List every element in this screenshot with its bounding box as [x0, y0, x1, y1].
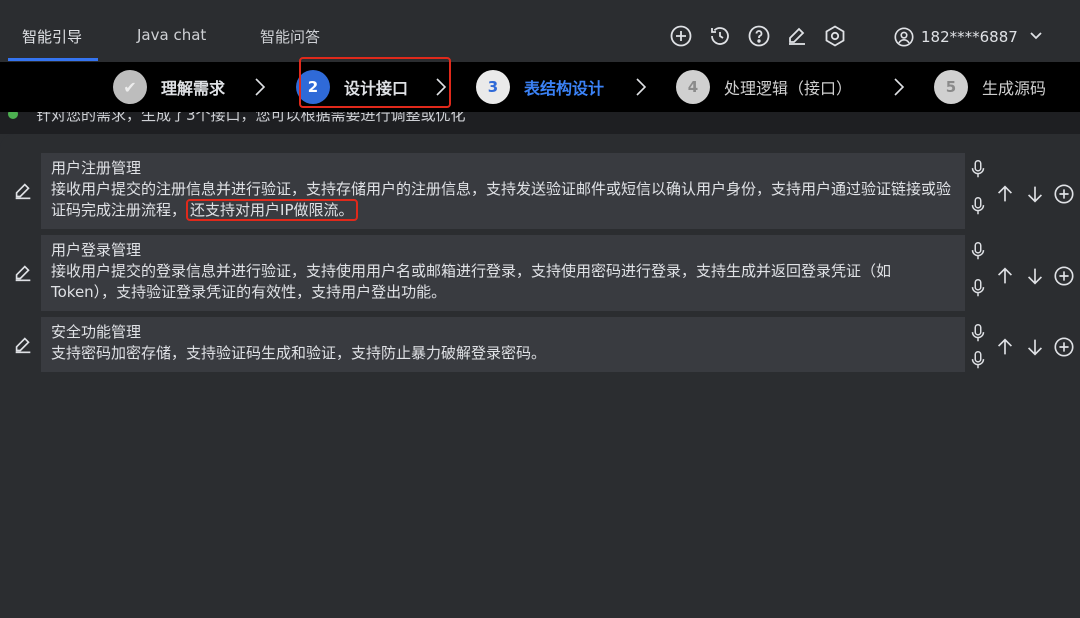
- add-icon[interactable]: [669, 24, 693, 48]
- arrow-down-icon[interactable]: [1024, 336, 1046, 358]
- chevron-right-icon: [253, 76, 267, 98]
- chevron-down-icon[interactable]: [1027, 26, 1045, 44]
- edit-icon[interactable]: [12, 180, 34, 202]
- status-line: 针对您的需求，生成了3个接口，您可以根据需要进行调整或优化: [0, 112, 1080, 134]
- step-label: 处理逻辑（接口）: [724, 79, 853, 98]
- tab-java-chat[interactable]: Java chat: [137, 26, 206, 44]
- chevron-right-icon: [892, 76, 906, 98]
- microphone-icon[interactable]: [967, 277, 989, 299]
- settings-icon[interactable]: [823, 24, 847, 48]
- arrow-down-icon[interactable]: [1024, 265, 1046, 287]
- arrow-down-icon[interactable]: [1024, 183, 1046, 205]
- step-generate-code[interactable]: 5 生成源码: [934, 70, 1046, 104]
- card-title: 安全功能管理: [51, 323, 142, 341]
- user-avatar-icon: [894, 27, 914, 47]
- tab-smart-guide[interactable]: 智能引导: [22, 26, 82, 47]
- chevron-right-icon: [634, 76, 648, 98]
- status-text: 针对您的需求，生成了3个接口，您可以根据需要进行调整或优化: [36, 112, 466, 124]
- active-tab-indicator: [8, 58, 98, 61]
- user-menu[interactable]: 182****6887: [893, 26, 1018, 48]
- card-title: 用户注册管理: [51, 159, 142, 177]
- card-title: 用户登录管理: [51, 241, 142, 259]
- history-icon[interactable]: [708, 24, 732, 48]
- progress-stepper: ✔ 理解需求 2 设计接口 3 表结构设计 4 处理逻辑（接口） 5 生成源码: [0, 62, 1080, 112]
- interface-card[interactable]: 用户注册管理 接收用户提交的注册信息并进行验证，支持存储用户的注册信息，支持发送…: [41, 153, 965, 229]
- add-circle-icon[interactable]: [1053, 183, 1075, 205]
- card-description[interactable]: 接收用户提交的注册信息并进行验证，支持存储用户的注册信息，支持发送验证邮件或短信…: [51, 179, 955, 221]
- interface-card[interactable]: 安全功能管理 支持密码加密存储，支持验证码生成和验证，支持防止暴力破解登录密码。: [41, 317, 965, 372]
- edit-icon[interactable]: [12, 334, 34, 356]
- help-icon[interactable]: [747, 24, 771, 48]
- microphone-icon[interactable]: [967, 195, 989, 217]
- edit-icon[interactable]: [785, 24, 809, 48]
- step-number: 3: [476, 70, 510, 104]
- user-name: 182****6887: [921, 28, 1018, 46]
- top-bar: 智能引导 Java chat 智能问答 182****6887: [0, 0, 1080, 63]
- add-circle-icon[interactable]: [1053, 336, 1075, 358]
- highlighted-text: 还支持对用户IP做限流。: [186, 199, 358, 221]
- step-logic[interactable]: 4 处理逻辑（接口）: [676, 70, 852, 104]
- step-understand[interactable]: ✔ 理解需求: [113, 70, 225, 104]
- step-label: 表结构设计: [524, 79, 605, 98]
- microphone-icon[interactable]: [967, 322, 989, 344]
- arrow-up-icon[interactable]: [994, 265, 1016, 287]
- arrow-up-icon[interactable]: [994, 183, 1016, 205]
- tab-smart-qa[interactable]: 智能问答: [260, 26, 320, 47]
- step-label: 生成源码: [982, 79, 1047, 98]
- status-dot-icon: [8, 112, 18, 119]
- microphone-icon[interactable]: [967, 349, 989, 371]
- step-check-icon: ✔: [113, 70, 147, 104]
- step-label: 理解需求: [161, 79, 226, 98]
- current-step-highlight: [299, 57, 451, 108]
- edit-icon[interactable]: [12, 262, 34, 284]
- microphone-icon[interactable]: [967, 240, 989, 262]
- microphone-icon[interactable]: [967, 158, 989, 180]
- step-number: 5: [934, 70, 968, 104]
- step-table-design[interactable]: 3 表结构设计: [476, 70, 604, 104]
- step-number: 4: [676, 70, 710, 104]
- add-circle-icon[interactable]: [1053, 265, 1075, 287]
- arrow-up-icon[interactable]: [994, 336, 1016, 358]
- interface-card[interactable]: 用户登录管理 接收用户提交的登录信息并进行验证，支持使用用户名或邮箱进行登录，支…: [41, 235, 965, 311]
- interface-list: 用户注册管理 接收用户提交的注册信息并进行验证，支持存储用户的注册信息，支持发送…: [0, 134, 1080, 618]
- card-description[interactable]: 接收用户提交的登录信息并进行验证，支持使用用户名或邮箱进行登录，支持使用密码进行…: [51, 261, 955, 303]
- card-description[interactable]: 支持密码加密存储，支持验证码生成和验证，支持防止暴力破解登录密码。: [51, 343, 955, 364]
